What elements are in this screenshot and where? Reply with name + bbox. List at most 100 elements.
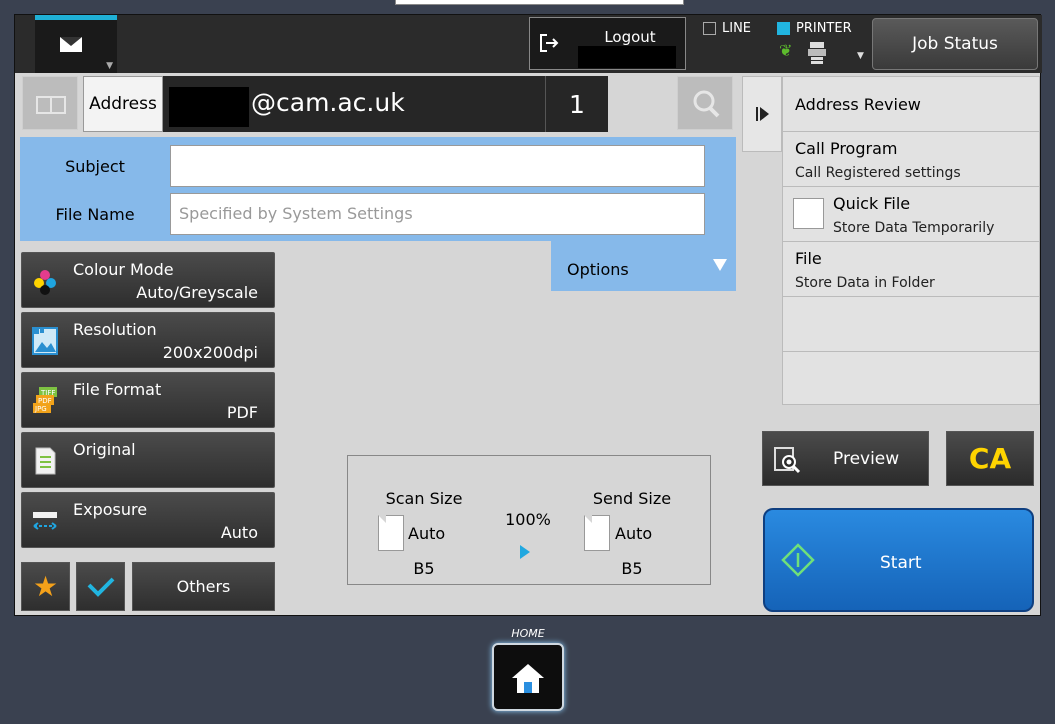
address-count[interactable]: 1 [545,76,608,132]
preview-button[interactable]: Preview [762,431,929,486]
call-program-label: Call Program [795,139,898,158]
send-size-label: Send Size [592,489,672,508]
address-review-item[interactable]: Address Review [783,77,1039,132]
colour-mode-button[interactable]: Colour Mode Auto/Greyscale [21,252,275,308]
scan-send-size-panel[interactable]: Scan Size Auto B5 100% Send Size Auto B5 [347,455,711,585]
line-indicator: LINE [703,21,751,36]
options-button[interactable]: Options [551,241,736,291]
tiff-icon-text: TIFF [40,389,55,397]
clear-all-button[interactable]: CA [946,431,1034,486]
envelope-icon [60,37,82,52]
logout-button[interactable]: Logout [529,17,686,70]
checkmark-icon [87,577,114,597]
eco-leaf-icon: ❦ [779,41,793,60]
printer-status-button[interactable]: ❦ ▼ [777,37,867,71]
preview-magnifier-icon [774,447,801,474]
logout-label: Logout [604,28,656,46]
printer-indicator: PRINTER [777,21,852,36]
original-label: Original [73,440,136,459]
colour-mode-value: Auto/Greyscale [136,283,258,302]
play-collapse-icon [756,107,769,121]
scan-size-value: Auto [408,524,446,543]
others-button[interactable]: Others [132,562,275,611]
file-format-button[interactable]: TIFF PDF JPG File Format PDF [21,372,275,428]
resolution-value: 200x200dpi [162,343,258,362]
address-label-button[interactable]: Address [83,76,163,132]
exposure-value: Auto [220,523,258,542]
send-size-value: Auto [615,524,653,543]
quick-file-label: Quick File [833,194,911,213]
resolution-icon [32,327,58,355]
others-label: Others [176,577,231,596]
empty-menu-item [783,297,1039,352]
file-name-label: File Name [55,205,135,224]
star-icon: ★ [32,570,59,603]
address-book-icon [36,96,66,114]
address-book-button[interactable] [22,76,78,130]
jpg-icon-text: JPG [34,405,47,413]
quick-file-checkbox[interactable] [793,198,824,229]
favorites-button[interactable]: ★ [21,562,70,611]
address-value: @cam.ac.uk [251,88,405,117]
file-label: File [795,249,822,268]
subject-label: Subject [65,157,125,176]
chevron-down-icon: ▼ [857,51,864,61]
file-item[interactable]: File Store Data in Folder [783,242,1039,297]
side-panel-toggle[interactable] [742,76,782,152]
options-label: Options [567,260,629,279]
exposure-button[interactable]: Exposure Auto [21,492,275,548]
preview-label: Preview [833,449,900,469]
send-paper-size: B5 [621,559,643,578]
subject-filename-panel: Subject File Name Specified by System Se… [20,137,736,241]
file-name-input[interactable]: Specified by System Settings [170,193,705,235]
scan-size-label: Scan Size [385,489,463,508]
job-status-button[interactable]: Job Status [872,18,1038,70]
address-review-label: Address Review [795,95,921,114]
top-stub [395,0,684,5]
logout-icon [540,34,559,52]
home-button[interactable] [492,643,564,711]
scan-paper-icon [378,515,404,551]
search-button[interactable] [677,76,733,130]
file-sub: Store Data in Folder [795,275,935,291]
scale-ratio: 100% [505,510,551,529]
scan-paper-size: B5 [413,559,435,578]
quick-file-item[interactable]: Quick File Store Data Temporarily [783,187,1039,242]
quick-file-sub: Store Data Temporarily [833,220,995,236]
resolution-button[interactable]: Resolution 200x200dpi [21,312,275,368]
search-icon [693,90,720,118]
address-count-value: 1 [569,89,585,119]
arrow-right-icon [520,545,530,559]
printer-icon [808,42,826,64]
colour-mode-icon [34,270,56,295]
home-icon [512,664,544,693]
chevron-down-icon: ▼ [106,61,113,71]
user-name-redacted [578,46,676,68]
exposure-icon [33,512,57,530]
start-button[interactable]: Start [763,508,1034,612]
line-status-box [703,22,716,35]
resolution-label: Resolution [73,320,157,339]
original-document-icon [35,447,56,475]
subject-input[interactable] [170,145,705,187]
file-format-icon: TIFF PDF JPG [33,387,57,413]
printer-label: PRINTER [796,21,852,36]
check-settings-button[interactable] [76,562,125,611]
address-field[interactable]: @cam.ac.uk [163,76,545,132]
original-button[interactable]: Original [21,432,275,488]
colour-mode-label: Colour Mode [73,260,174,279]
file-format-label: File Format [73,380,162,399]
file-format-value: PDF [226,403,258,422]
email-mode-tab[interactable]: ▼ [35,15,117,73]
send-paper-icon [584,515,610,551]
home-label: HOME [511,627,545,640]
touch-screen: ▼ Logout LINE PRINTER ❦ ▼ Job Status Add… [14,14,1042,616]
line-label: LINE [722,21,752,36]
address-label: Address [89,94,157,114]
exposure-label: Exposure [73,500,148,519]
pdf-icon-text: PDF [38,397,52,405]
triangle-down-icon [713,259,727,271]
side-menu: Address Review Call Program Call Registe… [782,76,1040,405]
start-label: Start [880,553,922,573]
call-program-item[interactable]: Call Program Call Registered settings [783,132,1039,187]
